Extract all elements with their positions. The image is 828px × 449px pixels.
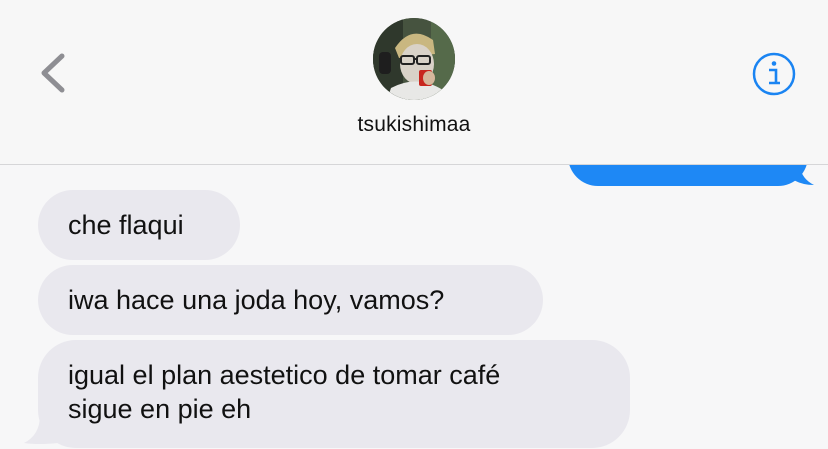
avatar-image	[373, 18, 455, 100]
received-message-bubble[interactable]: iwa hace una joda hoy, vamos?	[38, 265, 543, 335]
received-message-bubble[interactable]: igual el plan aestetico de tomar café si…	[38, 340, 630, 448]
back-button[interactable]	[34, 48, 74, 98]
message-thread[interactable]: che flaqui iwa hace una joda hoy, vamos?…	[0, 165, 828, 449]
sent-bubble-tail	[780, 167, 814, 185]
info-button[interactable]	[751, 51, 797, 97]
received-message-bubble[interactable]: che flaqui	[38, 190, 240, 260]
info-circle-icon	[752, 52, 796, 96]
sent-message-bubble[interactable]	[568, 165, 808, 186]
contact-name[interactable]: tsukishimaa	[0, 113, 828, 137]
contact-avatar[interactable]	[373, 18, 455, 100]
chevron-left-icon	[41, 53, 65, 93]
conversation-header: tsukishimaa	[0, 0, 828, 165]
